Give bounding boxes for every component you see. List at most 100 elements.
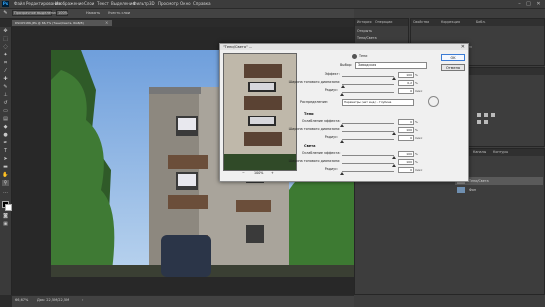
slider-value-field[interactable]: 0,2 [398, 80, 414, 86]
menu-layers[interactable]: Слои [84, 1, 94, 7]
distribution-select[interactable]: Параметры (нет инд.) - Глубина [342, 99, 414, 106]
slider-value-field[interactable]: 100 [398, 72, 414, 78]
flow-label[interactable]: Нажать [86, 10, 100, 16]
slider-track[interactable] [342, 139, 394, 140]
path-select-tool-icon[interactable]: ➤ [2, 156, 9, 162]
type-tool-icon[interactable]: T [2, 148, 9, 154]
slider-track[interactable] [342, 123, 394, 124]
zoom-tool-icon[interactable]: ⚲ [2, 180, 9, 186]
zoom-out-icon[interactable]: − [242, 171, 245, 175]
slider-track[interactable] [342, 155, 394, 156]
eyedropper-tool-icon[interactable]: ⁄ [2, 68, 9, 74]
slider-unit: % [415, 127, 418, 132]
menu-type[interactable]: Текст [97, 1, 109, 7]
slider-unit: % [415, 80, 418, 85]
slider-handle[interactable] [392, 132, 396, 135]
tab-paths[interactable]: Контуры [493, 150, 508, 154]
shape-tool-icon[interactable]: ▬ [2, 164, 9, 170]
section-shadows-header: Тени [359, 54, 368, 58]
tab-libraries[interactable]: Библ. [476, 20, 486, 24]
slider-handle[interactable] [341, 85, 346, 88]
healing-tool-icon[interactable]: ✚ [2, 76, 9, 82]
slider-track[interactable] [342, 92, 394, 93]
slider-unit: % [415, 159, 418, 164]
adjustment-icons[interactable] [476, 112, 496, 126]
dodge-tool-icon[interactable]: ● [2, 132, 9, 138]
menu-view[interactable]: Просмотр [158, 1, 179, 7]
layer-row[interactable]: Фон [455, 186, 543, 194]
slider-track[interactable] [342, 131, 394, 132]
quick-mask-icon[interactable]: ◙ [2, 213, 9, 219]
slider-handle[interactable] [340, 93, 344, 96]
background-color-swatch[interactable] [5, 204, 12, 211]
shadows-highlights-dialog: "Тени/Света" ... ✕ − 100% + Тени Выбор: … [219, 43, 469, 182]
layer-name: Тени/Света [469, 179, 489, 183]
menu-select[interactable]: Выделение [111, 1, 135, 7]
close-window-button[interactable]: ✕ [534, 0, 543, 8]
hand-tool-icon[interactable]: ✋ [2, 172, 9, 178]
screen-mode-icon[interactable]: ▣ [2, 221, 9, 227]
slider-handle[interactable] [340, 172, 344, 175]
eraser-tool-icon[interactable]: ▭ [2, 108, 9, 114]
status-menu-arrow[interactable]: › [82, 298, 83, 302]
stamp-tool-icon[interactable]: ⊥ [2, 92, 9, 98]
tools-panel: ✥ ⬚ ◌ ✦ ⌗ ⁄ ✚ ✎ ⊥ ↺ ▭ ▤ ◆ ● ✒ T ➤ ▬ ✋ ⚲ … [0, 27, 12, 295]
tab-actions[interactable]: Операции [375, 20, 392, 24]
slider-value-field[interactable]: 100 [398, 151, 414, 157]
menu-window[interactable]: Окно [180, 1, 191, 7]
menu-help[interactable]: Справка [193, 1, 211, 7]
move-tool-icon[interactable]: ✥ [2, 28, 9, 34]
dialog-close-icon[interactable]: ✕ [461, 44, 465, 50]
slider-track[interactable] [342, 163, 394, 164]
tab-channels[interactable]: Каналы [473, 150, 486, 154]
slider-handle[interactable] [340, 140, 344, 143]
cancel-button[interactable]: Отмена [441, 64, 465, 71]
minimize-button[interactable]: – [515, 0, 524, 8]
slider-track[interactable] [342, 76, 394, 77]
sample-layers-checkbox[interactable]: Учесть слои [108, 10, 130, 16]
document-tab[interactable]: DSC05186.JPG @ 66,7% (Тени/Света, RGB/8) [12, 20, 112, 26]
lasso-tool-icon[interactable]: ◌ [2, 44, 9, 50]
zoom-level[interactable]: 66,67% [15, 298, 28, 302]
history-row[interactable]: Тени/Света [357, 36, 377, 40]
quick-select-tool-icon[interactable]: ✦ [2, 52, 9, 58]
slider-handle[interactable] [340, 124, 344, 127]
menu-image[interactable]: Изображение [55, 1, 84, 7]
menu-file[interactable]: Файл [14, 1, 25, 7]
menu-3d[interactable]: 3D [149, 1, 155, 7]
slider-track[interactable] [342, 84, 394, 85]
menu-filter[interactable]: Фильтр [133, 1, 149, 7]
tab-adjustments[interactable]: Коррекция [441, 20, 460, 24]
slider-value-field[interactable]: 0 [398, 119, 414, 125]
slider-value-field[interactable]: 100 [398, 159, 414, 165]
slider-value-field[interactable]: 100 [398, 127, 414, 133]
slider-value-field[interactable]: 0 [398, 88, 414, 94]
maximize-button[interactable]: □ [524, 0, 533, 8]
brush-tool-icon[interactable]: ✎ [2, 84, 9, 90]
preset-select[interactable]: Заводская [355, 62, 427, 69]
zoom-in-icon[interactable]: + [271, 171, 274, 175]
brush-tool-icon[interactable]: ✎ [2, 10, 9, 16]
slider-unit: пикс [415, 88, 423, 93]
section-highlights-title: Света [304, 144, 316, 148]
ok-button[interactable]: OK [441, 54, 465, 61]
gradient-tool-icon[interactable]: ▤ [2, 116, 9, 122]
preview-image[interactable] [223, 53, 297, 171]
tab-properties[interactable]: Свойства [413, 20, 429, 24]
marquee-tool-icon[interactable]: ⬚ [2, 36, 9, 42]
history-brush-icon[interactable]: ↺ [2, 100, 9, 106]
crop-tool-icon[interactable]: ⌗ [2, 60, 9, 66]
tab-history[interactable]: История [357, 20, 371, 24]
document-tab-close-icon[interactable]: × [105, 20, 110, 26]
slider-handle[interactable] [392, 164, 396, 167]
slider-value-field[interactable]: 0 [398, 167, 414, 173]
pen-tool-icon[interactable]: ✒ [2, 140, 9, 146]
slider-handle[interactable] [392, 77, 396, 80]
history-row[interactable]: Открыть [357, 29, 372, 33]
slider-track[interactable] [342, 171, 394, 172]
slider-value-field[interactable]: 0 [398, 135, 414, 141]
slider-handle[interactable] [392, 156, 396, 159]
more-tools-icon[interactable]: … [2, 189, 9, 195]
color-picker-icon[interactable] [428, 96, 439, 107]
blur-tool-icon[interactable]: ◆ [2, 124, 9, 130]
